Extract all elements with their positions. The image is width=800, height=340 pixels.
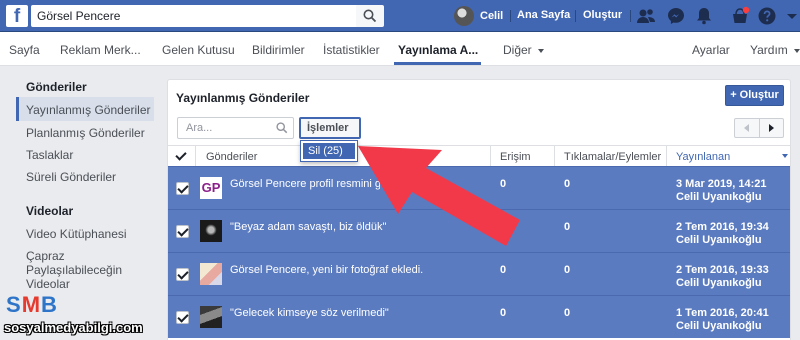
help-question-icon[interactable] — [757, 6, 777, 26]
clicks-value: 0 — [564, 264, 571, 276]
column-clicks-actions[interactable]: Tıklamalar/Eylemler — [564, 151, 661, 163]
active-tab-indicator — [394, 62, 481, 65]
divider — [195, 146, 196, 167]
post-thumbnail — [200, 263, 222, 285]
column-posts[interactable]: Gönderiler — [206, 151, 257, 163]
actions-dropdown-button[interactable]: İşlemler — [299, 117, 361, 149]
row-checkbox[interactable] — [176, 225, 189, 238]
row-checkbox[interactable] — [176, 182, 189, 195]
table-row[interactable]: "Gelecek kimseye söz verilmedi" 0 0 1 Te… — [168, 295, 790, 338]
watermark-logo: SMB — [6, 292, 58, 317]
post-text[interactable]: Görsel Pencere, yeni bir fotoğraf ekledi… — [230, 264, 423, 276]
avatar — [454, 6, 474, 26]
sidebar-item-scheduled-posts[interactable]: Planlanmış Gönderiler — [26, 126, 154, 140]
published-date: 1 Tem 2016, 20:41 — [676, 307, 769, 319]
facebook-logo-icon[interactable]: f — [6, 5, 28, 27]
search-button[interactable] — [356, 5, 384, 27]
profile-link[interactable]: Celil — [454, 6, 503, 26]
sidebar-section-videos: Videolar — [26, 204, 74, 218]
create-post-button[interactable]: + Oluştur — [725, 85, 784, 106]
clicks-value: 0 — [564, 307, 571, 319]
profile-name: Celil — [480, 10, 504, 22]
tab-more-label: Diğer — [503, 43, 532, 57]
published-date: 2 Tem 2016, 19:33 — [676, 264, 769, 276]
sort-desc-icon — [782, 154, 788, 158]
top-bar: f Görsel Pencere Celil Ana Sayfa Oluştur — [0, 0, 800, 32]
divider — [554, 146, 555, 167]
published-date: 2 Tem 2016, 19:34 — [676, 221, 769, 233]
post-search-input[interactable]: Ara... — [177, 117, 294, 139]
author-name[interactable]: Celil Uyanıkoğlu — [676, 320, 762, 332]
watermark-url: sosyalmedyabilgi.com — [4, 320, 143, 335]
delete-menu-item[interactable]: Sil (25) — [303, 143, 355, 159]
messenger-icon[interactable] — [666, 6, 686, 26]
sidebar-item-video-library[interactable]: Video Kütüphanesi — [26, 227, 154, 241]
select-all-checkbox[interactable] — [175, 150, 188, 163]
home-link[interactable]: Ana Sayfa — [517, 9, 570, 21]
settings-link[interactable]: Ayarlar — [692, 43, 730, 57]
author-name[interactable]: Celil Uyanıkoğlu — [676, 234, 762, 246]
post-thumbnail — [200, 220, 222, 242]
search-input[interactable]: Görsel Pencere — [31, 5, 356, 27]
post-thumbnail — [200, 306, 222, 328]
tab-inbox[interactable]: Gelen Kutusu — [162, 43, 235, 57]
sidebar-item-crosspostable-videos[interactable]: Çapraz Paylaşılabileceğin Videolar — [26, 249, 126, 291]
chevron-down-icon — [537, 48, 544, 53]
page-title: Yayınlanmış Gönderiler — [176, 91, 310, 105]
quick-help-icon[interactable] — [730, 6, 750, 26]
pagination — [734, 118, 784, 138]
annotation-arrow-icon — [358, 146, 520, 246]
create-link[interactable]: Oluştur — [583, 9, 622, 21]
table-row[interactable]: Görsel Pencere, yeni bir fotoğraf ekledi… — [168, 252, 790, 295]
tab-page[interactable]: Sayfa — [9, 43, 40, 57]
row-checkbox[interactable] — [176, 268, 189, 281]
account-menu-chevron-icon[interactable] — [782, 6, 800, 26]
actions-menu: Sil (25) — [300, 140, 358, 162]
divider — [510, 10, 511, 22]
search-icon — [363, 9, 377, 23]
clicks-value: 0 — [564, 221, 571, 233]
sidebar-section-posts: Gönderiler — [26, 80, 87, 94]
sidebar-item-expiring-posts[interactable]: Süreli Gönderiler — [26, 170, 154, 184]
post-thumbnail: GP — [200, 177, 222, 199]
search-placeholder: Ara... — [186, 122, 213, 134]
divider — [759, 119, 760, 137]
row-checkbox[interactable] — [176, 311, 189, 324]
column-published[interactable]: Yayınlanan — [676, 151, 730, 163]
tab-more[interactable]: Diğer — [503, 43, 544, 57]
tab-insights[interactable]: İstatistikler — [323, 43, 380, 57]
author-name[interactable]: Celil Uyanıkoğlu — [676, 277, 762, 289]
author-name[interactable]: Celil Uyanıkoğlu — [676, 191, 762, 203]
next-page-icon[interactable] — [769, 124, 774, 132]
reach-value: 0 — [500, 307, 507, 319]
reach-value: 0 — [500, 264, 507, 276]
previous-page-icon[interactable] — [744, 124, 749, 132]
actions-label: İşlemler — [307, 122, 349, 134]
friend-requests-icon[interactable] — [636, 6, 656, 26]
tab-ad-center[interactable]: Reklam Merk... — [60, 43, 141, 57]
divider — [666, 146, 667, 167]
tab-notifications[interactable]: Bildirimler — [252, 43, 305, 57]
help-link[interactable]: Yardım — [750, 43, 800, 57]
chevron-down-icon — [793, 48, 800, 53]
search-icon — [276, 122, 288, 134]
published-date: 3 Mar 2019, 14:21 — [676, 178, 767, 190]
divider — [630, 10, 631, 22]
clicks-value: 0 — [564, 178, 571, 190]
help-link-label: Yardım — [750, 43, 788, 57]
sidebar-item-published-posts[interactable]: Yayınlanmış Gönderiler — [26, 103, 154, 117]
tab-publishing-tools[interactable]: Yayınlama A... — [398, 43, 478, 57]
divider — [575, 10, 576, 22]
post-text[interactable]: "Gelecek kimseye söz verilmedi" — [230, 307, 389, 319]
sidebar-item-drafts[interactable]: Taslaklar — [26, 148, 154, 162]
page-navigation: Sayfa Reklam Merk... Gelen Kutusu Bildir… — [0, 32, 800, 66]
notifications-bell-icon[interactable] — [694, 6, 714, 26]
